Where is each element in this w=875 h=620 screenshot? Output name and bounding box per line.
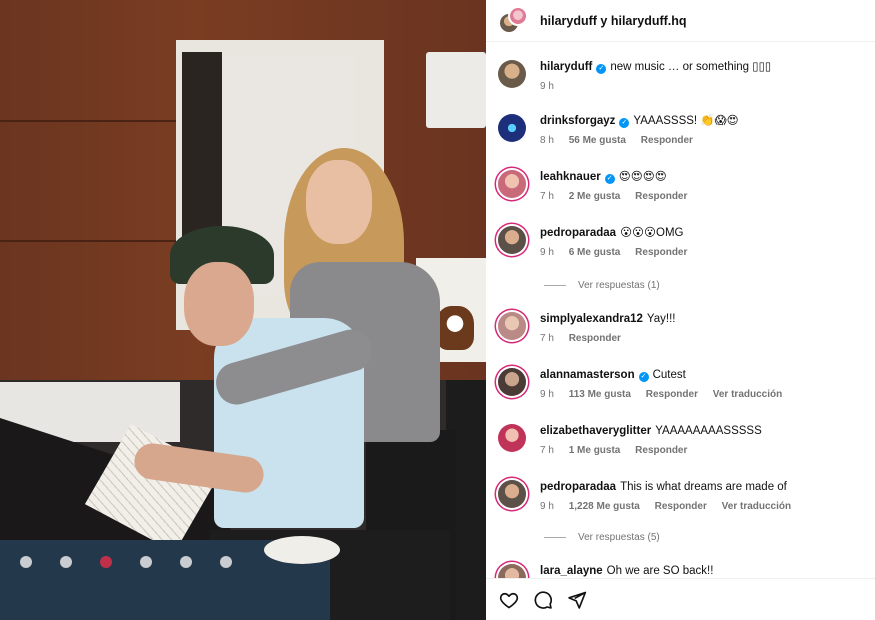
photo-wall-line	[0, 240, 180, 242]
heart-icon[interactable]	[498, 589, 520, 611]
comment-icon[interactable]	[532, 589, 554, 611]
photo-wall-line	[0, 120, 180, 122]
post-authors[interactable]: hilaryduff y hilaryduff.hq	[540, 14, 687, 28]
collab-avatars[interactable]	[498, 5, 528, 36]
reply-button[interactable]: Responder	[635, 445, 687, 456]
comment-item: pedroparadaa 😮😮😮OMG 9 h 6 Me gusta Respon…	[498, 226, 868, 258]
photo-mixer-knob	[180, 556, 192, 568]
avatar[interactable]	[498, 424, 526, 452]
comment-text: YAAAAAAAASSSSS	[655, 425, 762, 437]
avatar[interactable]	[498, 480, 526, 508]
comment-text: new music … or something ▯▯▯	[610, 61, 772, 73]
comment-text: Yay!!!	[646, 313, 676, 325]
photo-mixer-knob	[20, 556, 32, 568]
avatar[interactable]	[498, 226, 526, 254]
comment-username[interactable]: alannamasterson	[540, 369, 635, 381]
verified-badge-icon: ✓	[619, 118, 630, 128]
avatar[interactable]	[498, 114, 526, 142]
reply-button[interactable]: Responder	[569, 333, 621, 344]
photo-doorway	[182, 52, 222, 252]
comment-text: Cutest	[652, 369, 686, 381]
view-replies-label[interactable]: Ver respuestas (1)	[578, 280, 660, 291]
comment-time[interactable]: 7 h	[540, 445, 554, 456]
avatar[interactable]	[498, 170, 526, 198]
translate-button[interactable]: Ver traducción	[722, 501, 791, 512]
comment-time[interactable]: 9 h	[540, 501, 554, 512]
comment-username[interactable]: lara_alayne	[540, 565, 603, 577]
send-icon[interactable]	[566, 589, 588, 611]
post-header: hilaryduff y hilaryduff.hq	[486, 0, 875, 42]
view-replies-button[interactable]: Ver respuestas (1)	[544, 280, 660, 291]
view-replies-button[interactable]: Ver respuestas (5)	[544, 532, 660, 543]
comment-time[interactable]: 9 h	[540, 389, 554, 400]
comment-list[interactable]: hilaryduff ✓ new music … or something ▯▯▯ …	[486, 42, 875, 580]
comment-time[interactable]: 9 h	[540, 247, 554, 258]
verified-badge-icon: ✓	[638, 372, 649, 382]
comment-time[interactable]: 8 h	[540, 135, 554, 146]
comment-item: simplyalexandra12 Yay!!! 7 h Responder	[498, 312, 868, 344]
photo-man-head	[184, 262, 254, 346]
comment-text: Oh we are SO back!!	[606, 565, 714, 577]
photo-mixer-knob	[140, 556, 152, 568]
comment-username[interactable]: elizabethaveryglitter	[540, 425, 651, 437]
replies-divider	[544, 285, 566, 286]
comment-item: leahknauer ✓ 😍😍😍😍 7 h 2 Me gusta Responder	[498, 170, 868, 202]
reply-button[interactable]: Responder	[646, 389, 698, 400]
comment-likes[interactable]: 56 Me gusta	[569, 135, 626, 146]
photo-mixer-knob	[60, 556, 72, 568]
comment-likes[interactable]: 113 Me gusta	[569, 389, 631, 400]
comment-text: YAAASSSS! 👏😱😍	[633, 115, 739, 127]
comment-username[interactable]: simplyalexandra12	[540, 313, 643, 325]
photo-air-conditioner	[426, 52, 486, 128]
comment-username[interactable]: hilaryduff	[540, 61, 592, 73]
comment-text: This is what dreams are made of	[620, 481, 787, 493]
comment-item: pedroparadaa This is what dreams are made…	[498, 480, 868, 512]
reply-button[interactable]: Responder	[655, 501, 707, 512]
view-replies-label[interactable]: Ver respuestas (5)	[578, 532, 660, 543]
comment-username[interactable]: leahknauer	[540, 171, 601, 183]
comment-username[interactable]: pedroparadaa	[540, 227, 616, 239]
comment-username[interactable]: drinksforgayz	[540, 115, 615, 127]
reply-button[interactable]: Responder	[635, 247, 687, 258]
photo-woman-face	[306, 160, 372, 244]
comment-likes[interactable]: 6 Me gusta	[569, 247, 621, 258]
comment-item: alannamasterson ✓ Cutest 9 h 113 Me gusta …	[498, 368, 868, 400]
photo-mixer-knob	[100, 556, 112, 568]
translate-button[interactable]: Ver traducción	[713, 389, 782, 400]
comments-panel: hilaryduff y hilaryduff.hq hilaryduff ✓ ne…	[486, 0, 875, 620]
post-action-bar	[486, 578, 875, 620]
avatar[interactable]	[498, 312, 526, 340]
comment-text: 😍😍😍😍	[618, 171, 667, 183]
comment-item: hilaryduff ✓ new music … or something ▯▯▯ …	[498, 60, 868, 92]
comment-username[interactable]: pedroparadaa	[540, 481, 616, 493]
avatar[interactable]	[498, 60, 526, 88]
verified-badge-icon: ✓	[604, 174, 615, 184]
comment-text: 😮😮😮OMG	[620, 227, 684, 239]
comment-likes[interactable]: 1 Me gusta	[569, 445, 621, 456]
comment-time[interactable]: 7 h	[540, 191, 554, 202]
photo-dog-picture	[436, 306, 474, 350]
comment-likes[interactable]: 2 Me gusta	[569, 191, 621, 202]
photo-mixer-knob	[220, 556, 232, 568]
reply-button[interactable]: Responder	[635, 191, 687, 202]
avatar[interactable]	[508, 5, 528, 26]
photo-disc	[264, 536, 340, 564]
verified-badge-icon: ✓	[596, 64, 607, 74]
comment-likes[interactable]: 1,228 Me gusta	[569, 501, 640, 512]
reply-button[interactable]: Responder	[641, 135, 693, 146]
replies-divider	[544, 537, 566, 538]
avatar[interactable]	[498, 368, 526, 396]
post-photo[interactable]	[0, 0, 486, 620]
comment-time[interactable]: 7 h	[540, 333, 554, 344]
comment-item: elizabethaveryglitter YAAAAAAAASSSSS 7 h …	[498, 424, 868, 456]
comment-time[interactable]: 9 h	[540, 81, 554, 92]
comment-item: drinksforgayz ✓ YAAASSSS! 👏😱😍 8 h 56 Me gu…	[498, 114, 868, 146]
